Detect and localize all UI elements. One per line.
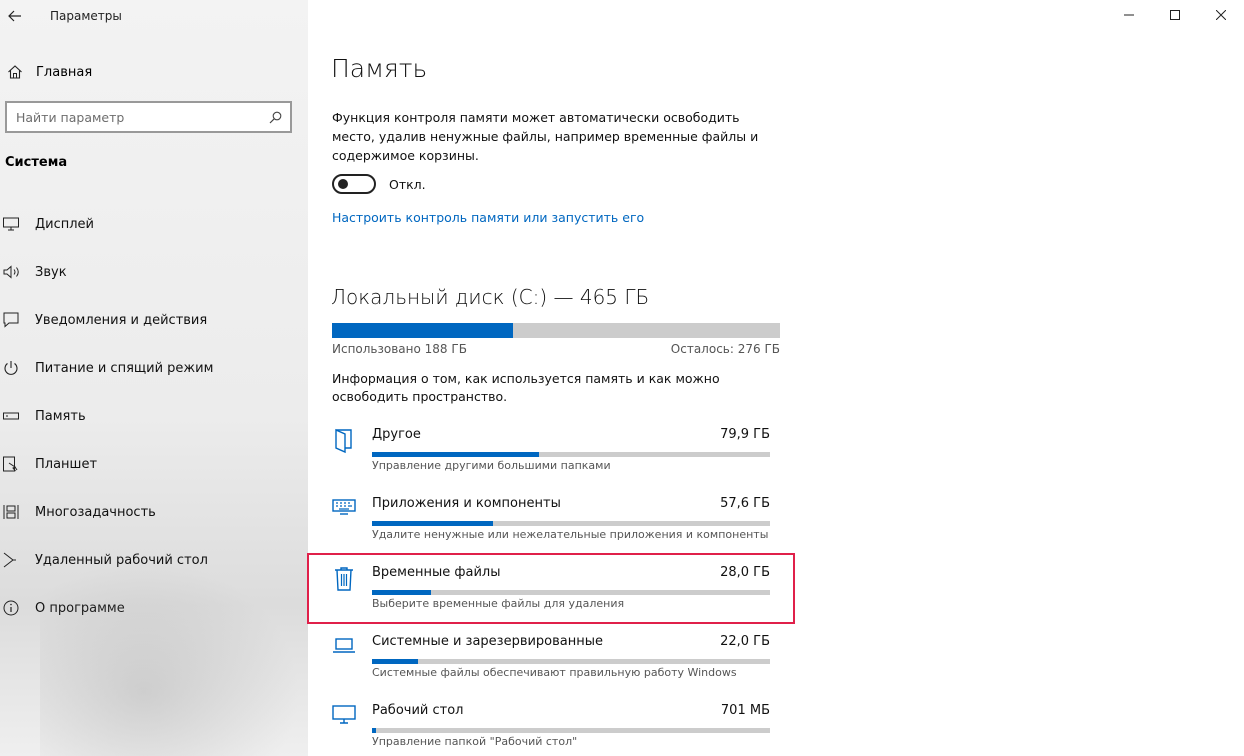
storage-categories: Другое 79,9 ГБ Управление другими больши…: [331, 420, 771, 756]
sidebar-item-label: Память: [35, 408, 86, 424]
search-icon[interactable]: [269, 111, 282, 124]
sidebar-item-label: О программе: [35, 600, 125, 616]
window-controls: [1106, 0, 1244, 30]
category-desktop[interactable]: Рабочий стол 701 МБ Управление папкой "Р…: [331, 696, 771, 756]
section-title: Система: [5, 155, 68, 170]
back-arrow-icon: [8, 10, 21, 22]
storage-info-text: Информация о том, как используется памят…: [332, 371, 720, 404]
app-title: Параметры: [50, 9, 122, 23]
sidebar-item-power[interactable]: Питание и спящий режим: [0, 344, 308, 392]
category-description: Выберите временные файлы для удаления: [372, 597, 625, 610]
sidebar-item-remote-desktop[interactable]: Удаленный рабочий стол: [0, 536, 308, 584]
category-size: 28,0 ГБ: [720, 565, 770, 580]
laptop-icon: [331, 635, 357, 665]
folder-icon: [331, 428, 357, 458]
category-other[interactable]: Другое 79,9 ГБ Управление другими больши…: [331, 420, 771, 489]
category-name: Системные и зарезервированные: [372, 634, 604, 649]
category-system[interactable]: Системные и зарезервированные 22,0 ГБ Си…: [331, 627, 771, 696]
sound-icon: [0, 265, 26, 279]
title-bar: Параметры: [0, 0, 308, 32]
sidebar-item-label: Звук: [35, 264, 67, 280]
category-size: 57,6 ГБ: [720, 496, 770, 511]
category-bar-fill: [372, 590, 431, 595]
disk-free-label: Осталось: 276 ГБ: [670, 342, 780, 356]
sidebar-item-display[interactable]: Дисплей: [0, 200, 308, 248]
minimize-icon: [1124, 14, 1134, 16]
category-bar-fill: [372, 521, 494, 526]
display-icon: [0, 217, 26, 231]
sidebar-item-tablet[interactable]: Планшет: [0, 440, 308, 488]
home-icon: [0, 64, 30, 80]
minimize-button[interactable]: [1106, 0, 1152, 30]
disk-usage-fill: [332, 323, 514, 338]
category-name: Приложения и компоненты: [372, 496, 561, 511]
disk-usage-bar: [332, 323, 780, 338]
configure-storage-sense-link[interactable]: Настроить контроль памяти или запустить …: [332, 210, 644, 225]
home-label: Главная: [36, 64, 93, 80]
category-bar: [372, 590, 770, 595]
category-size: 79,9 ГБ: [720, 427, 770, 442]
sidebar-item-multitasking[interactable]: Многозадачность: [0, 488, 308, 536]
sidebar: Параметры Главная Система Дисплей Звук: [0, 0, 308, 756]
sidebar-item-about[interactable]: О программе: [0, 584, 308, 632]
category-bar: [372, 659, 770, 664]
sidebar-item-label: Дисплей: [35, 216, 95, 232]
category-name: Рабочий стол: [372, 703, 464, 718]
category-bar: [372, 728, 770, 733]
sidebar-item-label: Уведомления и действия: [35, 312, 208, 328]
sidebar-item-label: Многозадачность: [35, 504, 156, 520]
trash-icon: [331, 566, 357, 596]
category-description: Управление другими большими папками: [372, 459, 611, 472]
category-bar-fill: [372, 452, 540, 457]
category-bar: [372, 452, 770, 457]
toggle-knob: [338, 179, 348, 189]
info-icon: [0, 600, 26, 616]
category-size: 701 МБ: [720, 703, 770, 718]
remote-desktop-icon: [0, 552, 26, 568]
home-nav-item[interactable]: Главная: [0, 58, 92, 86]
close-icon: [1216, 10, 1226, 20]
category-description: Удалите ненужные или нежелательные прило…: [372, 528, 769, 541]
category-temp-files[interactable]: Временные файлы 28,0 ГБ Выберите временн…: [331, 558, 771, 627]
search-input[interactable]: [16, 109, 256, 125]
category-apps[interactable]: Приложения и компоненты 57,6 ГБ Удалите …: [331, 489, 771, 558]
category-description: Управление папкой "Рабочий стол": [372, 735, 578, 748]
page-title: Память: [331, 54, 428, 83]
category-description: Системные файлы обеспечивают правильную …: [372, 666, 737, 679]
category-size: 22,0 ГБ: [720, 634, 770, 649]
power-icon: [0, 360, 26, 376]
multitasking-icon: [0, 504, 26, 520]
disk-title: Локальный диск (C:) — 465 ГБ: [331, 285, 650, 309]
storage-sense-toggle[interactable]: [332, 174, 376, 194]
sidebar-item-storage[interactable]: Память: [0, 392, 308, 440]
sidebar-nav: Дисплей Звук Уведомления и действия Пита…: [0, 200, 308, 632]
sidebar-item-label: Удаленный рабочий стол: [35, 552, 208, 568]
tablet-icon: [0, 456, 26, 472]
sidebar-item-notifications[interactable]: Уведомления и действия: [0, 296, 308, 344]
maximize-button[interactable]: [1152, 0, 1198, 30]
category-bar-fill: [372, 728, 376, 733]
storage-sense-description: Функция контроля памяти может автоматиче…: [332, 110, 759, 163]
maximize-icon: [1170, 10, 1180, 20]
storage-icon: [0, 411, 26, 421]
monitor-icon: [331, 704, 357, 734]
search-box[interactable]: [5, 101, 292, 133]
notifications-icon: [0, 312, 26, 328]
sidebar-item-label: Планшет: [35, 456, 98, 472]
sidebar-item-sound[interactable]: Звук: [0, 248, 308, 296]
category-bar-fill: [372, 659, 419, 664]
sidebar-item-label: Питание и спящий режим: [35, 360, 214, 376]
category-bar: [372, 521, 770, 526]
category-name: Временные файлы: [372, 565, 501, 580]
back-button[interactable]: [0, 1, 30, 31]
toggle-state-label: Откл.: [389, 176, 426, 192]
close-button[interactable]: [1198, 0, 1244, 30]
keyboard-icon: [331, 497, 357, 527]
category-name: Другое: [372, 427, 421, 442]
storage-sense-toggle-row: Откл.: [332, 174, 426, 194]
